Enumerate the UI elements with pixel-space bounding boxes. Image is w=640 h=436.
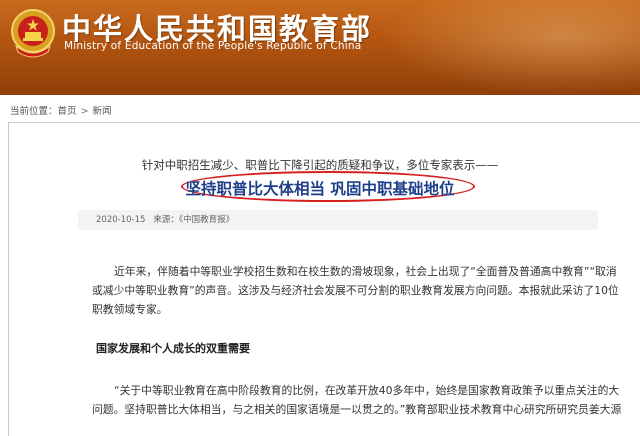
article-source: 来源：《中国教育报》	[153, 215, 235, 225]
breadcrumb-label: 当前位置：	[10, 106, 58, 117]
paragraph-line: 近年来，伴随着中等职业学校招生数和在校生数的滑坡现象，社会上出现了“全面普及普通…	[114, 265, 617, 278]
paragraph-line: 职教领域专家。	[92, 303, 168, 316]
header-glow	[380, 0, 640, 95]
breadcrumb-home-link[interactable]: 首页	[58, 106, 77, 117]
national-emblem-icon	[11, 9, 55, 58]
article-headline: 坚持职普比大体相当 巩固中职基础地位	[185, 180, 455, 198]
site-header: 中华人民共和国教育部 Ministry of Education of the …	[0, 0, 640, 95]
article-paragraph: 近年来，伴随着中等职业学校招生数和在校生数的滑坡现象，社会上出现了“全面普及普通…	[92, 262, 619, 319]
site-subtitle: Ministry of Education of the People's Re…	[64, 40, 362, 52]
paragraph-line: 问题。坚持职普比大体相当，与之相关的国家语境是一以贯之的。”教育部职业技术教育中…	[92, 403, 622, 416]
paragraph-line: 或减少中等职业教育”的声音。这涉及与经济社会发展不可分割的职业教育发展方向问题。…	[92, 284, 619, 297]
section-heading: 国家发展和个人成长的双重需要	[96, 342, 250, 355]
article-meta-bar: 2020-10-15 来源：《中国教育报》	[78, 210, 598, 230]
article-paragraph: “关于中等职业教育在高中阶段教育的比例，在改革开放40多年中，始终是国家教育政策…	[92, 381, 622, 419]
breadcrumb-separator: >	[80, 106, 89, 117]
breadcrumb: 当前位置：首页 > 新闻	[10, 103, 112, 117]
breadcrumb-news-link[interactable]: 新闻	[93, 106, 112, 117]
paragraph-line: “关于中等职业教育在高中阶段教育的比例，在改革开放40多年中，始终是国家教育政策…	[114, 384, 620, 397]
article-date: 2020-10-15	[96, 215, 146, 225]
